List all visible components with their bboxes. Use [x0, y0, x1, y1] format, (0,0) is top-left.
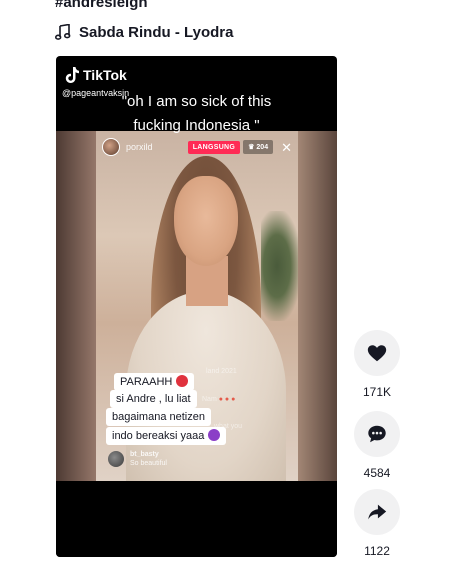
comment-bubble-1: PARAAHH — [114, 373, 195, 391]
comment-bubble-4: indo bereaksi yaaa — [106, 427, 227, 445]
comment-text-4: indo bereaksi yaaa — [112, 430, 205, 442]
share-count: 1122 — [364, 544, 390, 558]
live-header: porxild LANGSUNG ♛ 204 ✕ — [102, 138, 292, 156]
tiktok-logo: TikTok — [64, 66, 127, 84]
like-action: 171K — [354, 330, 400, 399]
comment-bubble-icon — [368, 425, 386, 443]
share-arrow-icon — [368, 504, 387, 520]
share-button[interactable] — [354, 489, 400, 535]
chat-message-body: bt_basty So beautiful — [130, 450, 167, 468]
faded-emoji-row: ● ● ● — [218, 396, 236, 403]
comment-action: 4584 — [354, 411, 400, 480]
comment-bubble-3: bagaimana netizen — [106, 408, 211, 426]
chat-username: bt_basty — [130, 451, 159, 458]
music-title: Sabda Rindu - Lyodra — [79, 23, 234, 41]
video-caption-line-1: "oh I am so sick of this — [121, 93, 272, 110]
comment-bubble-2: si Andre , lu liat — [110, 390, 197, 408]
share-action: 1122 — [354, 489, 400, 558]
post-hashtag[interactable]: #andresleigh — [55, 0, 148, 11]
like-count: 171K — [362, 385, 392, 399]
chat-avatar — [108, 451, 124, 467]
streamer-name: porxild — [126, 142, 153, 152]
video-player[interactable]: TikTok @pageantvaksin "oh I am so sick o… — [56, 56, 337, 557]
streamer-avatar — [102, 138, 120, 156]
comment-count: 4584 — [363, 466, 391, 480]
video-letterbox-bottom — [56, 481, 337, 557]
background-plant — [261, 211, 298, 321]
tiktok-icon — [65, 67, 79, 83]
angry-emoji-icon — [176, 375, 189, 387]
music-note-icon — [55, 24, 71, 40]
chat-text: So beautiful — [130, 460, 167, 467]
tiktok-brand-text: TikTok — [83, 67, 127, 83]
live-badge: LANGSUNG — [187, 140, 241, 154]
comment-text-2: si Andre , lu liat — [116, 393, 191, 405]
comment-button[interactable] — [354, 411, 400, 457]
faded-overlay-text-1: land 2021 — [206, 368, 237, 375]
music-link[interactable]: Sabda Rindu - Lyodra — [55, 22, 233, 42]
person-face — [174, 176, 238, 266]
like-button[interactable] — [354, 330, 400, 376]
comment-text-3: bagaimana netizen — [112, 411, 205, 423]
heart-icon — [367, 345, 387, 362]
faded-overlay-text-2-value: Nam — [202, 396, 217, 403]
devil-emoji-icon — [208, 429, 221, 441]
video-caption-line-2: fucking Indonesia " — [133, 117, 260, 134]
comment-text-1: PARAAHH — [120, 376, 173, 388]
viewer-count-badge: ♛ 204 — [243, 140, 274, 154]
viewer-count: 204 — [256, 144, 269, 151]
live-chat-message: bt_basty So beautiful — [108, 450, 167, 468]
faded-overlay-text-2: Nam ● ● ● — [202, 396, 235, 403]
close-icon: ✕ — [281, 139, 292, 155]
